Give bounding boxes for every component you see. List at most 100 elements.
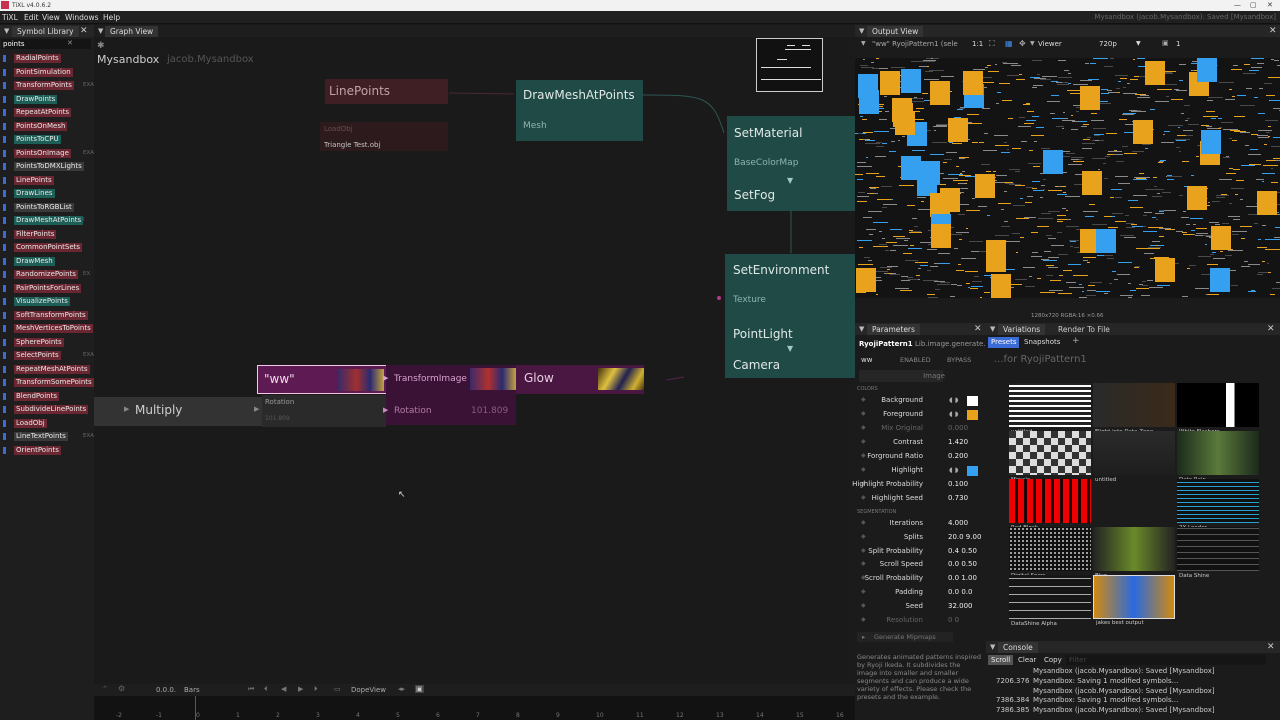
panel-menu-icon[interactable]: ▼ [859,323,864,335]
parameter-value[interactable]: 20.0 9.00 [948,533,981,541]
close-icon[interactable]: ✕ [80,25,88,37]
play-back-icon[interactable]: ◀ [281,685,286,693]
preset-thumbnail[interactable]: Blue [1093,527,1175,579]
animate-icon[interactable]: ◆ [861,424,866,431]
bypass-toggle[interactable]: BYPASS [947,356,971,364]
animate-icon[interactable]: ◆ [861,602,866,609]
parameter-row[interactable]: ◆ Scroll Speed 0.0 0.50 [857,560,983,571]
node-setmaterial[interactable]: SetMaterial BaseColorMap ▼ SetFog [727,116,855,211]
symbol-list-item[interactable]: RepeatAtPoints [3,108,93,117]
animate-icon[interactable]: ◆ [861,588,866,595]
grid-icon[interactable]: ▦ [1005,39,1013,48]
parameter-row[interactable]: ◆ Highlight ◖ ◗ [857,466,983,477]
symbol-list-item[interactable]: SubdivideLinePoints [3,405,93,414]
parameter-value[interactable]: 0 0 [948,616,959,624]
camera-icon[interactable]: ▣ [1162,39,1169,47]
console-filter-input[interactable]: Filter [1066,655,1266,665]
symbol-list-item[interactable]: LoadObj [3,418,93,428]
color-picker-icon[interactable]: ◖ ◗ [949,466,959,474]
animate-icon[interactable]: ◆ [861,410,866,417]
symbol-list-item[interactable]: SoftTransformPoints [3,310,93,320]
preset-thumbnail[interactable] [1093,479,1175,523]
symbol-list-item[interactable]: PointSimulation [3,67,93,77]
parameter-row[interactable]: ◆ Contrast 1.420 [857,438,983,449]
preset-thumbnail[interactable]: Red Block [1009,479,1091,531]
animate-icon[interactable]: ◆ [861,466,866,473]
preset-thumbnail[interactable]: Data Shine [1177,527,1259,579]
preset-thumbnail[interactable]: untitled [1093,431,1175,483]
parameter-value[interactable]: 32.000 [948,602,973,610]
parameter-value[interactable]: 1.420 [948,438,968,446]
close-icon[interactable]: ✕ [1267,641,1275,653]
color-swatch[interactable] [967,396,978,406]
instance-name-input[interactable]: ww [861,356,872,364]
time-display[interactable]: 0.0.0. [156,686,176,694]
parameter-row[interactable]: ◆ Iterations 4.000 [857,519,983,530]
preset-thumbnail[interactable]: untitled [1009,383,1091,435]
node-transformimage[interactable]: ▶ TransformImage ▶ Rotation 101.809 [383,365,516,425]
preset-thumbnail[interactable] [1177,575,1259,619]
image-input-slot[interactable]: Image [859,370,945,382]
tab-snapshots[interactable]: Snapshots [1024,338,1060,346]
parameter-row[interactable]: ◆ Scroll Probability 0.0 1.00 [857,574,983,585]
parameter-row[interactable]: ◆ Seed 32.000 [857,602,983,613]
symbol-list-item[interactable]: SelectPointsEXAMPLE [3,351,109,360]
preset-thumbnail[interactable]: Data Rain [1177,431,1259,483]
parameter-value[interactable]: 0.000 [948,424,968,432]
timeline-panel[interactable]: ⌃ ⚙ 0.0.0. Bars ⏮ ⏴ ◀ ▶ ⏵ ▭ DopeView ◂▸ … [94,684,855,720]
symbol-list-item[interactable]: BlendPoints [3,391,93,401]
animate-icon[interactable]: ◆ [861,616,866,623]
panel-menu-icon[interactable]: ▼ [990,323,995,335]
node-drawmeshatpoints[interactable]: DrawMeshAtPoints Mesh [516,80,643,141]
panel-menu-icon[interactable]: ▼ [4,25,9,37]
symbol-search-input[interactable]: points [1,39,91,49]
symbol-list-item[interactable]: RepeatMeshAtPoints [3,364,93,374]
viewer-dropdown-icon[interactable]: ▼ [1030,40,1035,47]
prev-frame-icon[interactable]: ⏴ [264,685,268,694]
move-icon[interactable]: ✥ [1019,39,1026,48]
parameter-value[interactable]: 0.0 0.50 [948,560,977,568]
close-icon[interactable]: ✕ [974,323,982,335]
symbol-list-item[interactable]: RandomizePoints EX [3,270,93,279]
symbol-list-item[interactable]: SpherePoints [3,337,93,347]
parameter-row[interactable]: ◆ Highlight Probability 0.100 [852,480,983,491]
symbol-list-item[interactable]: PointsToDMXLights [3,162,93,171]
symbol-list-item[interactable]: DrawMeshAtPoints I [3,216,93,225]
play-icon[interactable]: ▶ [298,685,303,693]
parameter-value[interactable]: 0.0 0.0 [948,588,973,596]
keyframe-icon[interactable]: ▣ [415,685,424,693]
preset-thumbnail[interactable]: DataShine Alpha [1009,575,1091,627]
parameter-row[interactable]: ◆ Split Probability 0.4 0.50 [857,547,983,558]
preset-thumbnail[interactable]: 2X Loader [1177,479,1259,531]
symbol-list-item[interactable]: PointsOnImage EXAM [3,148,99,158]
timeline-ruler[interactable]: -2 -1 0 1 2 3 4 5 6 7 8 9 10 11 12 13 14 15 16 [94,696,855,720]
resolution-select[interactable]: 720p [1099,40,1117,48]
animate-icon[interactable]: ◆ [861,494,866,501]
preset-thumbnail[interactable]: Mosaic [1009,431,1091,483]
camera-count[interactable]: 1 [1176,40,1180,48]
dopeview-toggle[interactable]: DopeView [351,686,386,694]
menu-edit[interactable]: Edit [24,13,39,22]
parameter-value[interactable]: 0.100 [948,480,968,488]
tab-output-view[interactable]: Output View [867,26,924,37]
color-swatch[interactable] [967,410,978,420]
settings-icon[interactable]: ⚙ [118,684,125,693]
scroll-toggle[interactable]: Scroll [988,655,1014,665]
node-loadobj[interactable]: LoadObj Triangle Test.obj [320,122,448,151]
animate-icon[interactable]: ◆ [861,396,866,403]
node-multiply[interactable]: ▶ Multiply ▶ [94,397,262,426]
clear-search-icon[interactable]: ✕ [67,39,73,47]
maximize-icon[interactable]: ▢ [1250,0,1257,11]
parameter-row[interactable]: ◆ Foreground ◖ ◗ [857,410,983,421]
symbol-list-item[interactable]: PointsToRGBList [3,202,93,212]
timeline-menu-icon[interactable]: ⌃ [102,685,108,693]
symbol-list-item[interactable]: DrawMesh [3,256,93,266]
copy-button[interactable]: Copy [1044,656,1062,664]
zoom-scale[interactable]: 1:1 [972,40,983,48]
generate-mipmaps-toggle[interactable]: ▸ Generate Mipmaps [857,632,953,642]
tab-console[interactable]: Console [998,642,1038,653]
symbol-list-item[interactable]: LinePoints [3,175,93,185]
expand-icon[interactable]: ▼ [787,176,793,185]
symbol-list-item[interactable]: PairPointsForLines [3,283,93,293]
node-linepoints[interactable]: LinePoints [325,79,448,104]
